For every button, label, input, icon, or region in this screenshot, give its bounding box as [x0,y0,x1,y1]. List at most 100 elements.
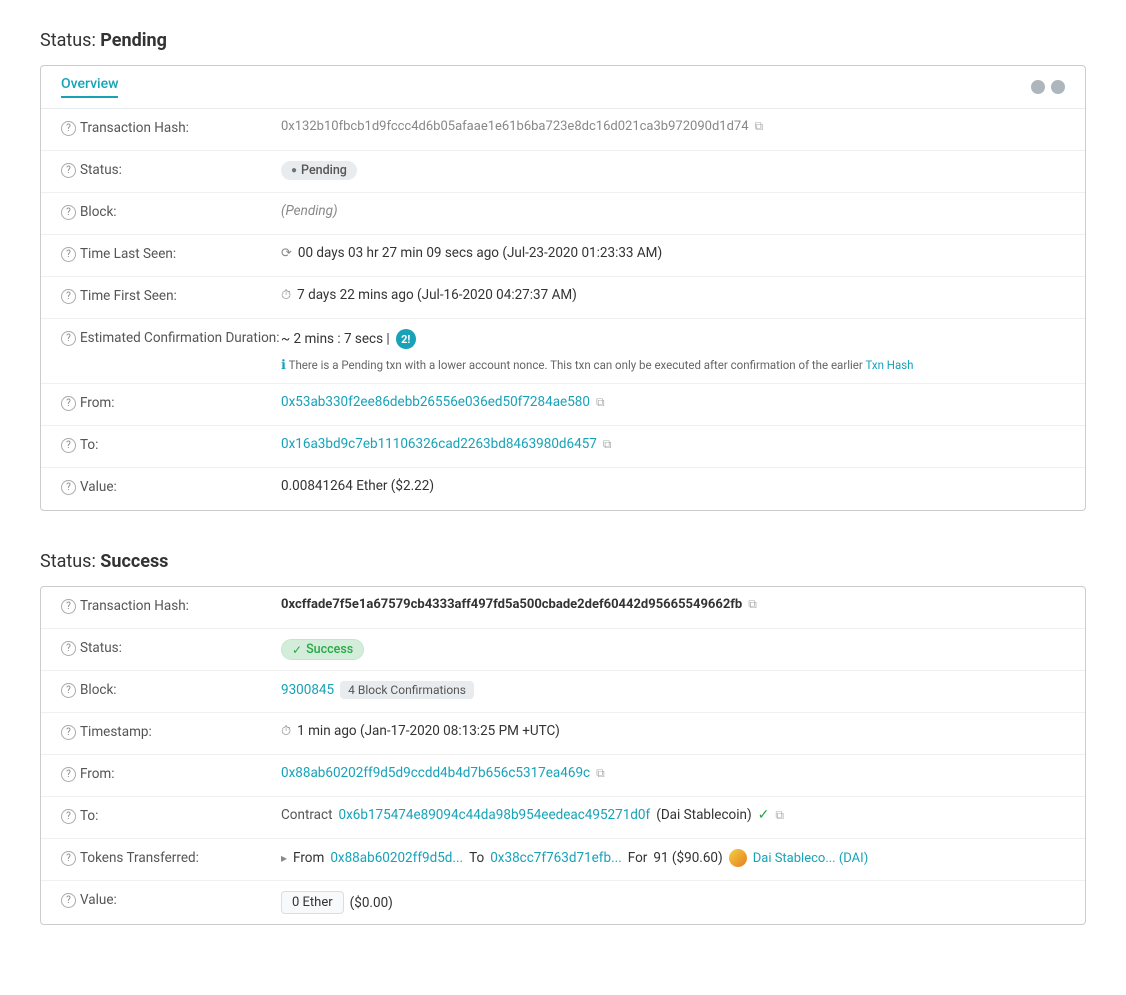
row-block: ? Block: (Pending) [41,193,1085,235]
success-row-to: ? To: Contract 0x6b175474e89094c44da98b9… [41,797,1085,839]
timestamp-value: ⏱ 1 min ago (Jan-17-2020 08:13:25 PM +UT… [281,723,1065,739]
block-question-icon[interactable]: ? [61,205,76,220]
value-value: 0.00841264 Ether ($2.22) [281,478,1065,494]
verified-icon: ✓ [758,807,770,823]
est-conf-note: ℹ There is a Pending txn with a lower ac… [281,358,914,373]
success-section: Status: Success ? Transaction Hash: 0xcf… [40,551,1086,925]
block-value: (Pending) [281,203,1065,219]
txn-hash-link[interactable]: Txn Hash [865,358,913,372]
success-row-status: ? Status: ✓ Success [41,629,1085,671]
tokens-label: ? Tokens Transferred: [61,849,281,866]
tokens-from-address-link[interactable]: 0x88ab60202ff9d5d... [330,850,463,866]
success-from-label: ? From: [61,765,281,782]
to-question-icon[interactable]: ? [61,438,76,453]
success-from-copy-icon[interactable]: ⧉ [596,766,605,781]
success-value-question-icon[interactable]: ? [61,893,76,908]
success-status-question-icon[interactable]: ? [61,641,76,656]
tokens-to-address-link[interactable]: 0x38cc7f763d71efb... [490,850,622,866]
to-label: ? To: [61,436,281,453]
row-from: ? From: 0x53ab330f2ee86debb26556e036ed50… [41,384,1085,426]
status-value: ● Pending [281,161,1065,180]
tokens-question-icon[interactable]: ? [61,851,76,866]
block-number-link[interactable]: 9300845 [281,682,334,698]
block-label: ? Block: [61,203,281,220]
success-status-value: ✓ Success [281,639,1065,660]
est-conf-badge: 2! [396,329,416,349]
info-icon: ℹ [281,358,286,373]
row-est-conf: ? Estimated Confirmation Duration: ~ 2 m… [41,319,1085,384]
pending-section: Status: Pending Overview ? Transaction H… [40,30,1086,511]
from-value: 0x53ab330f2ee86debb26556e036ed50f7284ae5… [281,394,1065,410]
success-tx-hash-question-icon[interactable]: ? [61,599,76,614]
pending-section-title: Status: Pending [40,30,1086,51]
tx-hash-copy-icon[interactable]: ⧉ [755,119,764,134]
success-tx-hash-label: ? Transaction Hash: [61,597,281,614]
success-card: ? Transaction Hash: 0xcffade7f5e1a67579c… [40,586,1086,925]
success-section-title: Status: Success [40,551,1086,572]
est-conf-question-icon[interactable]: ? [61,331,76,346]
row-to: ? To: 0x16a3bd9c7eb11106326cad2263bd8463… [41,426,1085,468]
success-block-question-icon[interactable]: ? [61,683,76,698]
block-confirmations-badge: 4 Block Confirmations [340,681,474,699]
to-copy-icon[interactable]: ⧉ [603,437,612,452]
status-label: ? Status: [61,161,281,178]
status-question-icon[interactable]: ? [61,163,76,178]
from-question-icon[interactable]: ? [61,396,76,411]
success-from-question-icon[interactable]: ? [61,767,76,782]
value-box: 0 Ether [281,891,344,914]
success-row-tx-hash: ? Transaction Hash: 0xcffade7f5e1a67579c… [41,587,1085,629]
success-to-question-icon[interactable]: ? [61,809,76,824]
success-value-value: 0 Ether ($0.00) [281,891,1065,914]
row-tx-hash: ? Transaction Hash: 0x132b10fbcb1d9fccc4… [41,109,1085,151]
success-value-label: ? Value: [61,891,281,908]
clock-icon-2: ⏱ [281,724,291,739]
success-from-address-link[interactable]: 0x88ab60202ff9d5d9ccdd4b4d7b656c5317ea46… [281,765,590,781]
contract-copy-icon[interactable]: ⧉ [775,808,784,823]
row-time-last-seen: ? Time Last Seen: ⟳ 00 days 03 hr 27 min… [41,235,1085,277]
row-value: ? Value: 0.00841264 Ether ($2.22) [41,468,1085,510]
from-label: ? From: [61,394,281,411]
from-address-link[interactable]: 0x53ab330f2ee86debb26556e036ed50f7284ae5… [281,394,590,410]
time-first-seen-question-icon[interactable]: ? [61,289,76,304]
tx-hash-question-icon[interactable]: ? [61,121,76,136]
time-last-seen-value: ⟳ 00 days 03 hr 27 min 09 secs ago (Jul-… [281,245,1065,261]
success-tx-hash-copy-icon[interactable]: ⧉ [748,597,757,612]
success-to-value: Contract 0x6b175474e89094c44da98b954eede… [281,807,1065,823]
success-row-tokens: ? Tokens Transferred: ▸ From 0x88ab60202… [41,839,1085,881]
success-block-label: ? Block: [61,681,281,698]
success-row-value: ? Value: 0 Ether ($0.00) [41,881,1085,924]
timestamp-question-icon[interactable]: ? [61,725,76,740]
pending-card: Overview ? Transaction Hash: 0x132b10fbc… [40,65,1086,511]
from-copy-icon[interactable]: ⧉ [596,395,605,410]
dot-2 [1051,80,1065,94]
time-last-seen-question-icon[interactable]: ? [61,247,76,262]
time-first-seen-value: ⏱ 7 days 22 mins ago (Jul-16-2020 04:27:… [281,287,1065,303]
success-row-block: ? Block: 9300845 4 Block Confirmations [41,671,1085,713]
success-block-value: 9300845 4 Block Confirmations [281,681,1065,699]
time-last-seen-label: ? Time Last Seen: [61,245,281,262]
to-value: 0x16a3bd9c7eb11106326cad2263bd8463980d64… [281,436,1065,452]
tx-hash-value: 0x132b10fbcb1d9fccc4d6b05afaae1e61b6ba72… [281,119,1065,134]
token-icon [729,849,747,867]
success-status-label: ? Status: [61,639,281,656]
success-from-value: 0x88ab60202ff9d5d9ccdd4b4d7b656c5317ea46… [281,765,1065,781]
tokens-arrow-icon: ▸ [281,851,287,865]
card-header: Overview [41,66,1085,109]
contract-address-link[interactable]: 0x6b175474e89094c44da98b954eedeac495271d… [339,807,651,823]
status-badge: ● Pending [281,161,357,180]
overview-tab[interactable]: Overview [61,76,118,98]
row-status: ? Status: ● Pending [41,151,1085,193]
clock-icon-1: ⏱ [281,288,291,303]
tokens-value: ▸ From 0x88ab60202ff9d5d... To 0x38cc7f7… [281,849,1065,867]
success-row-from: ? From: 0x88ab60202ff9d5d9ccdd4b4d7b656c… [41,755,1085,797]
success-row-timestamp: ? Timestamp: ⏱ 1 min ago (Jan-17-2020 08… [41,713,1085,755]
success-tx-hash-value: 0xcffade7f5e1a67579cb4333aff497fd5a500cb… [281,597,1065,612]
time-first-seen-label: ? Time First Seen: [61,287,281,304]
value-question-icon[interactable]: ? [61,480,76,495]
to-address-link[interactable]: 0x16a3bd9c7eb11106326cad2263bd8463980d64… [281,436,597,452]
est-conf-value: ~ 2 mins : 7 secs | 2! ℹ There is a Pend… [281,329,1065,373]
est-conf-label: ? Estimated Confirmation Duration: [61,329,281,346]
spinner-icon: ⟳ [281,246,292,261]
token-name-link[interactable]: Dai Stableco... (DAI) [753,851,869,866]
row-time-first-seen: ? Time First Seen: ⏱ 7 days 22 mins ago … [41,277,1085,319]
